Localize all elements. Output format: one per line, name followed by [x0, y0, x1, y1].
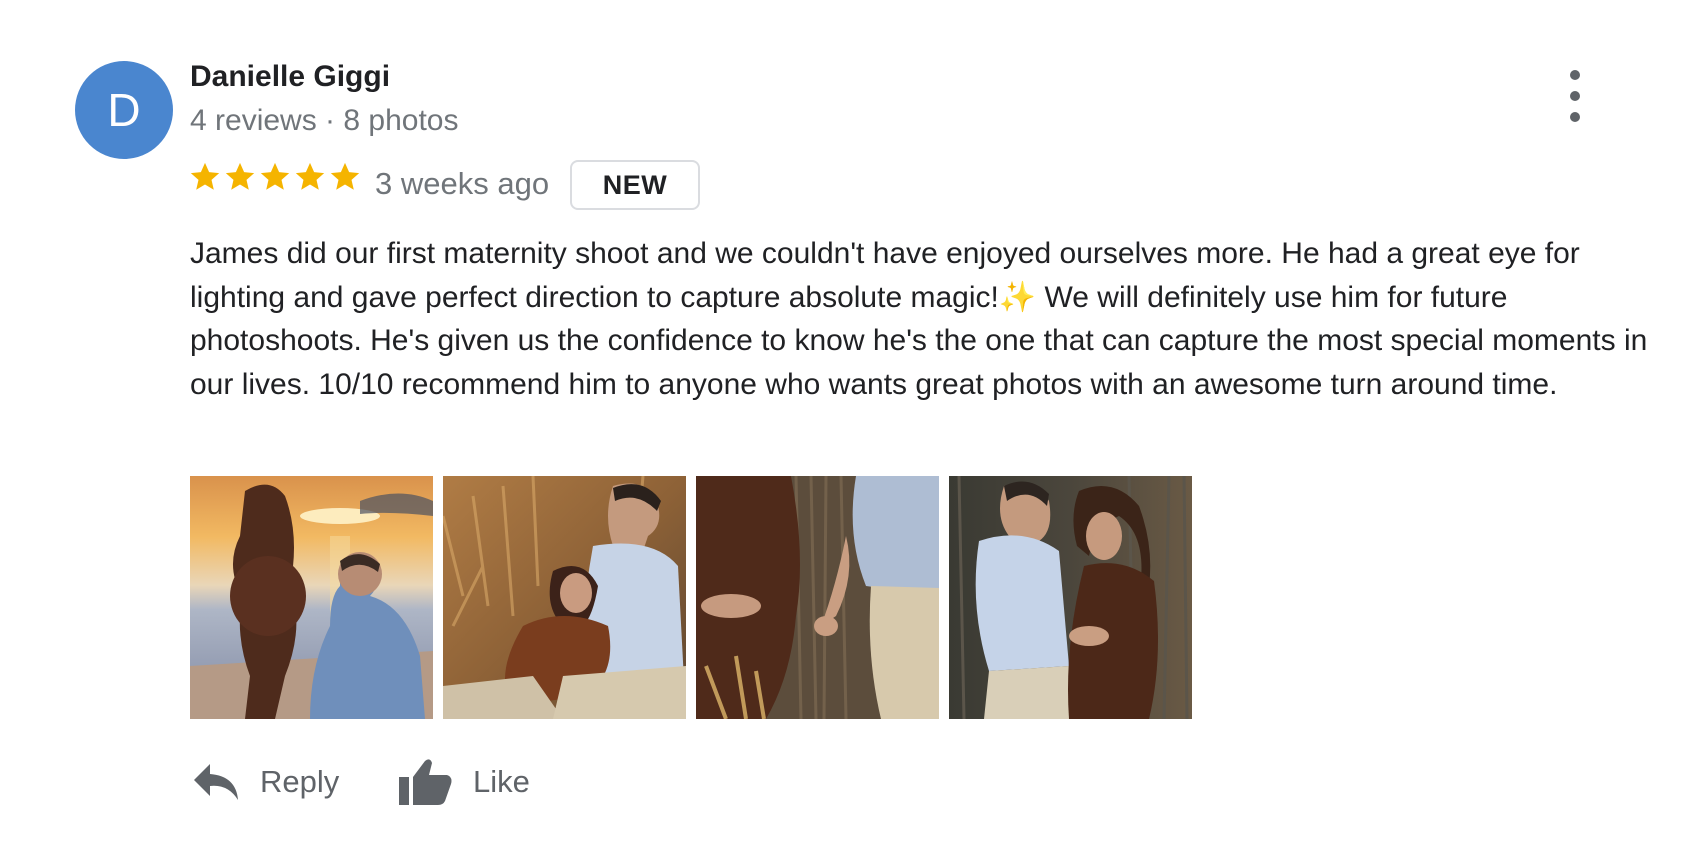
review-date: 3 weeks ago [375, 166, 550, 201]
like-label: Like [473, 764, 530, 799]
star-icon [260, 162, 290, 190]
new-badge: NEW [570, 160, 700, 210]
like-button[interactable]: Like [397, 752, 530, 812]
reviewer-name[interactable]: Danielle Giggi [190, 60, 390, 94]
star-icon [225, 162, 255, 190]
review-photo-couple-sitting[interactable] [443, 476, 686, 719]
star-icon [295, 162, 325, 190]
review-text: James did our first maternity shoot and … [190, 237, 1648, 402]
avatar[interactable]: D [75, 61, 173, 159]
reply-button[interactable]: Reply [192, 752, 339, 812]
review-photo-holding-hands[interactable] [696, 476, 939, 719]
reply-label: Reply [260, 764, 340, 799]
review-photo-couple-standing[interactable] [949, 476, 1192, 719]
reply-arrow-icon [192, 762, 240, 802]
review-photos [190, 476, 1192, 719]
review-photo-sunset-beach[interactable] [190, 476, 433, 719]
photo-image [443, 476, 686, 719]
more-options-button[interactable] [1560, 70, 1590, 122]
more-vertical-icon [1570, 70, 1580, 80]
more-vertical-icon-dot [1570, 91, 1580, 101]
reviewer-meta[interactable]: 4 reviews · 8 photos [190, 104, 458, 138]
star-rating [188, 160, 362, 194]
more-vertical-icon-dot [1570, 112, 1580, 122]
photo-image [190, 476, 433, 719]
avatar-initial: D [107, 84, 141, 136]
thumbs-up-icon [397, 757, 453, 807]
photo-image [696, 476, 939, 719]
star-icon [330, 162, 360, 190]
star-icon [190, 162, 220, 190]
photo-image [949, 476, 1192, 719]
